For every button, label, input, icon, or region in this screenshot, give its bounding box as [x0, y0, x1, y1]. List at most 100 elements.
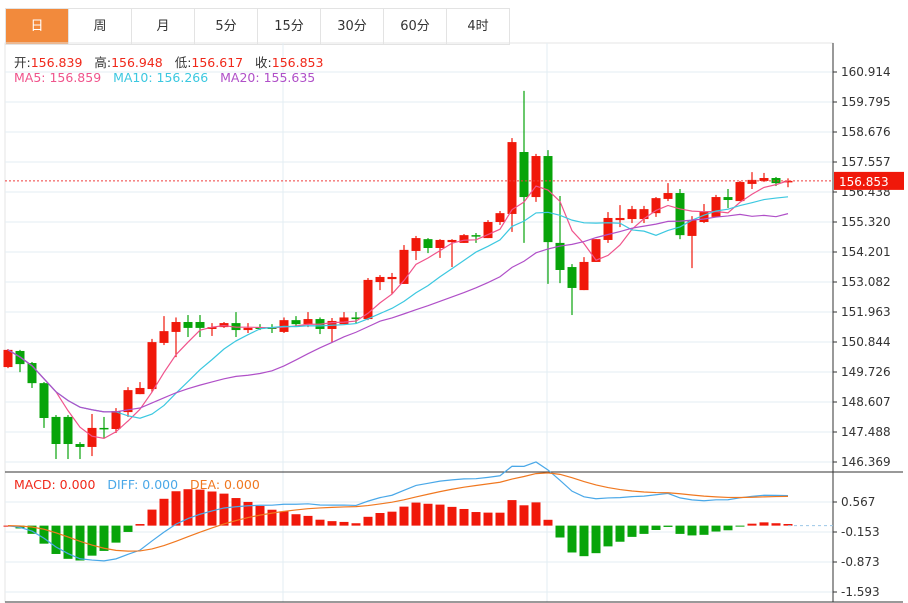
- candle-up: [615, 217, 625, 221]
- price-tick-label: 160.914: [841, 65, 891, 79]
- macd-bar: [483, 512, 493, 526]
- candle-up: [375, 276, 385, 283]
- macd-bar: [51, 525, 61, 554]
- ma10-line: [7, 196, 789, 419]
- candle-down: [519, 152, 529, 198]
- macd-bar: [615, 525, 625, 542]
- last-price-label: 156.853: [839, 175, 889, 189]
- macd-bar: [735, 525, 745, 527]
- candle-up: [507, 142, 517, 214]
- low-label: 低:: [174, 55, 192, 70]
- close-value: 156.853: [271, 55, 324, 70]
- macd-bar: [171, 491, 181, 526]
- candle-down: [99, 427, 109, 430]
- low-value: 156.617: [191, 55, 244, 70]
- candle-up: [411, 238, 421, 251]
- macd-bar: [315, 519, 325, 526]
- macd-bar: [531, 502, 541, 526]
- macd-bar: [591, 525, 601, 554]
- macd-tick-label: 0.567: [841, 495, 875, 509]
- candle-up: [711, 197, 721, 217]
- candle-up: [399, 249, 409, 284]
- candle-up: [171, 322, 181, 332]
- macd-bar: [351, 523, 361, 526]
- macd-bar: [471, 512, 481, 526]
- macd-bar: [363, 516, 373, 526]
- kline-chart-widget: 日 周 月 5分 15分 30分 60分 4时 160.914 159.795 15…: [0, 0, 908, 603]
- candle-down: [543, 156, 553, 243]
- macd-value: MACD: 0.000: [14, 477, 96, 492]
- candle-down: [195, 322, 205, 328]
- ma-readout: MA5: 156.859 MA10: 156.266 MA20: 155.635: [14, 70, 315, 85]
- candle-up: [759, 178, 769, 181]
- price-tick-label: 159.795: [841, 95, 891, 109]
- candle-up: [459, 235, 469, 243]
- macd-bar: [555, 525, 565, 538]
- price-tick-label: 147.488: [841, 425, 891, 439]
- macd-bar: [747, 523, 757, 526]
- macd-bar: [411, 502, 421, 526]
- candle-down: [183, 322, 193, 328]
- candle-up: [147, 342, 157, 390]
- macd-bar: [663, 525, 673, 527]
- macd-bar: [207, 491, 217, 526]
- candle-up: [387, 276, 397, 280]
- close-label: 收:: [255, 55, 272, 70]
- price-tick-label: 157.557: [841, 155, 891, 169]
- price-tick-label: 153.082: [841, 275, 891, 289]
- candle-up: [303, 319, 313, 325]
- macd-bar: [87, 525, 97, 556]
- macd-bar: [639, 525, 649, 534]
- candle-up: [663, 193, 673, 199]
- macd-bar: [387, 511, 397, 526]
- macd-bar: [699, 525, 709, 535]
- macd-bar: [567, 525, 577, 553]
- macd-bar: [651, 525, 661, 530]
- macd-bar: [135, 524, 145, 526]
- candle-down: [75, 444, 85, 447]
- ohlc-readout: 开:156.839 高:156.948 低:156.617 收:156.853: [14, 52, 323, 71]
- candle-down: [39, 383, 49, 418]
- macd-bar: [675, 525, 685, 534]
- macd-bar: [399, 506, 409, 526]
- candle-up: [747, 179, 757, 184]
- macd-bar: [291, 514, 301, 526]
- candle-down: [567, 267, 577, 288]
- macd-readout: MACD: 0.000 DIFF: 0.000 DEA: 0.000: [14, 477, 260, 492]
- macd-bar: [327, 521, 337, 526]
- candle-down: [423, 239, 433, 249]
- candle-down: [771, 178, 781, 184]
- candle-up: [495, 213, 505, 222]
- diff-value: DIFF: 0.000: [107, 477, 179, 492]
- candle-up: [87, 427, 97, 447]
- candle-up: [111, 411, 121, 429]
- candle-down: [471, 235, 481, 237]
- macd-bar: [543, 519, 553, 526]
- macd-bar: [375, 513, 385, 526]
- price-tick-label: 151.963: [841, 305, 891, 319]
- candle-up: [603, 217, 613, 240]
- macd-bar: [723, 525, 733, 531]
- macd-tick-label: -1.593: [841, 585, 880, 599]
- candle-down: [63, 416, 73, 445]
- candle-up: [435, 239, 445, 249]
- price-tick-label: 146.369: [841, 455, 891, 469]
- macd-tick-label: -0.153: [841, 525, 880, 539]
- macd-bar: [507, 500, 517, 526]
- macd-bar: [279, 511, 289, 526]
- macd-bar: [711, 525, 721, 532]
- candle-up: [639, 209, 649, 220]
- candle-down: [291, 320, 301, 325]
- chart-canvas[interactable]: 160.914159.795158.676157.557156.438155.3…: [0, 0, 908, 603]
- macd-bar: [519, 505, 529, 526]
- macd-bar: [147, 509, 157, 526]
- candle-up: [339, 317, 349, 325]
- candle-up: [3, 349, 13, 368]
- candle-up: [579, 261, 589, 291]
- macd-bar: [111, 525, 121, 543]
- candle-down: [723, 197, 733, 201]
- candle-up: [735, 182, 745, 202]
- high-label: 高:: [94, 55, 112, 70]
- ma5-value: MA5: 156.859: [14, 70, 102, 85]
- macd-bar: [435, 504, 445, 526]
